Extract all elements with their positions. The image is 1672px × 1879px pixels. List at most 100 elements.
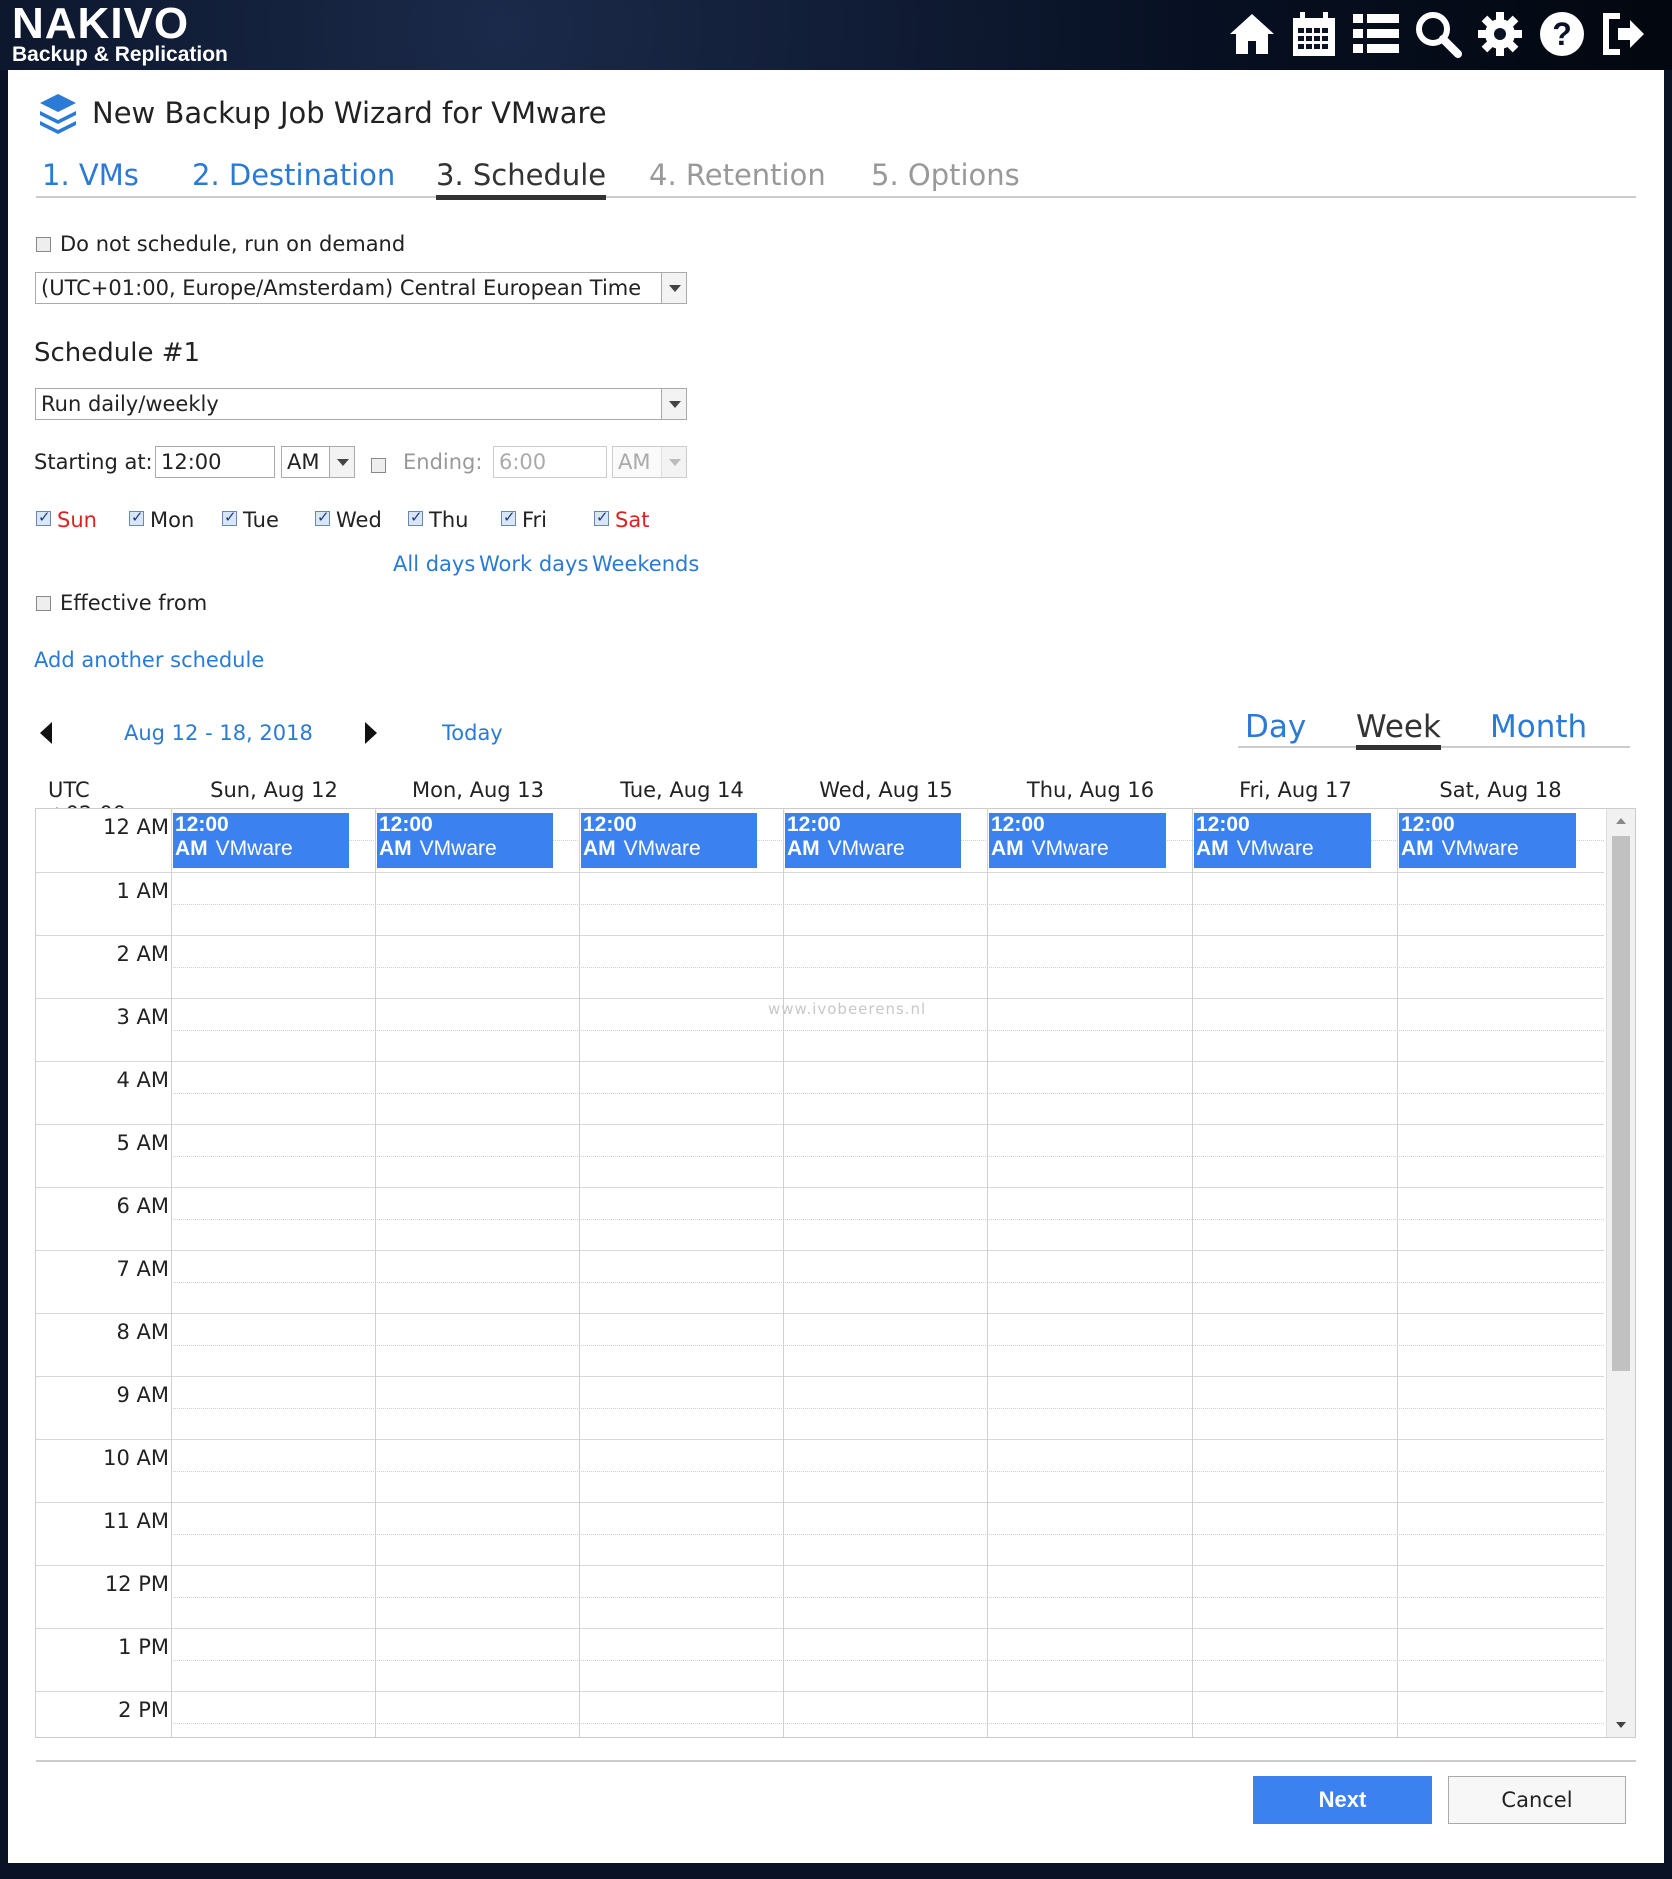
day-wed-checkbox[interactable] <box>315 508 330 526</box>
frequency-value: Run daily/weekly <box>41 392 219 416</box>
schedule-event[interactable]: 12:00 AM VMware <box>173 813 349 868</box>
end-ampm-value: AM <box>618 450 651 474</box>
calendar-view-tabs: Day Week Month <box>1238 710 1630 750</box>
weekends-link[interactable]: Weekends <box>592 552 699 576</box>
step-destination[interactable]: 2. Destination <box>192 156 395 194</box>
event-name: VMware <box>827 837 905 860</box>
day-wed-label: Wed <box>336 508 382 532</box>
gear-icon[interactable] <box>1474 6 1526 62</box>
hour-row: 7 AM <box>36 1250 1604 1313</box>
help-icon[interactable]: ? <box>1536 6 1588 62</box>
home-icon[interactable] <box>1226 6 1278 62</box>
end-time-input[interactable]: 6:00 <box>493 446 607 478</box>
step-retention[interactable]: 4. Retention <box>649 156 826 194</box>
day-sun-checkbox[interactable] <box>36 508 51 526</box>
work-days-link[interactable]: Work days <box>479 552 588 576</box>
hour-label: 2 PM <box>118 1698 169 1722</box>
day-tue[interactable]: Tue <box>222 508 279 536</box>
schedule-event[interactable]: 12:00 AM VMware <box>377 813 553 868</box>
schedule-event[interactable]: 12:00 AM VMware <box>1399 813 1576 868</box>
scroll-thumb[interactable] <box>1612 836 1630 1371</box>
calendar-scrollbar[interactable] <box>1606 809 1635 1737</box>
day-mon-checkbox[interactable] <box>129 508 144 526</box>
frequency-select[interactable]: Run daily/weekly <box>35 388 687 420</box>
column-header: Sun, Aug 12 <box>210 778 338 802</box>
day-tue-checkbox[interactable] <box>222 508 237 526</box>
top-icons: ? <box>1226 6 1650 62</box>
event-time: 12:00 <box>1196 813 1250 836</box>
hour-row: 6 AM <box>36 1187 1604 1250</box>
wizard-steps: 1. VMs 2. Destination 3. Schedule 4. Ret… <box>36 156 1636 200</box>
event-name: VMware <box>215 837 293 860</box>
all-days-link[interactable]: All days <box>393 552 475 576</box>
effective-from-label: Effective from <box>60 591 208 615</box>
day-wed[interactable]: Wed <box>315 508 382 536</box>
calendar-range-label[interactable]: Aug 12 - 18, 2018 <box>124 721 313 745</box>
hour-label: 12 PM <box>104 1572 169 1596</box>
day-thu-label: Thu <box>429 508 469 532</box>
today-link[interactable]: Today <box>442 721 503 745</box>
day-sat-checkbox[interactable] <box>594 508 609 526</box>
schedule-section-title: Schedule #1 <box>34 338 201 368</box>
search-icon[interactable] <box>1412 6 1464 62</box>
event-time-ampm: AM <box>991 837 1024 860</box>
day-mon-label: Mon <box>150 508 195 532</box>
event-time-ampm: AM <box>787 837 820 860</box>
chevron-down-icon <box>329 447 354 477</box>
start-ampm-select[interactable]: AM <box>281 446 355 478</box>
scroll-up-icon[interactable] <box>1616 818 1626 824</box>
day-fri[interactable]: Fri <box>501 508 547 536</box>
calendar-icon[interactable] <box>1288 6 1340 62</box>
column-header: Tue, Aug 14 <box>620 778 744 802</box>
event-time-ampm: AM <box>379 837 412 860</box>
day-sun-label: Sun <box>57 508 97 532</box>
hour-label: 1 PM <box>118 1635 169 1659</box>
event-name: VMware <box>623 837 701 860</box>
schedule-event[interactable]: 12:00 AM VMware <box>989 813 1166 868</box>
day-thu[interactable]: Thu <box>408 508 468 536</box>
column-divider <box>987 809 988 1737</box>
day-fri-checkbox[interactable] <box>501 508 516 526</box>
day-mon[interactable]: Mon <box>129 508 194 536</box>
add-schedule-link[interactable]: Add another schedule <box>34 648 264 672</box>
run-on-demand-checkbox[interactable] <box>36 237 51 252</box>
effective-from-checkbox[interactable] <box>36 596 51 611</box>
schedule-event[interactable]: 12:00 AM VMware <box>581 813 757 868</box>
day-thu-checkbox[interactable] <box>408 508 423 526</box>
calendar-grid: 12 AM 1 AM 2 AM 3 AM 4 AM 5 AM 6 AM 7 AM… <box>35 808 1636 1738</box>
scroll-down-icon[interactable] <box>1616 1722 1626 1728</box>
event-time-ampm: AM <box>583 837 616 860</box>
view-week-tab[interactable]: Week <box>1356 710 1441 750</box>
step-vms[interactable]: 1. VMs <box>42 156 139 194</box>
event-name: VMware <box>1441 837 1519 860</box>
day-sun[interactable]: Sun <box>36 508 97 536</box>
hour-row: 4 AM <box>36 1061 1604 1124</box>
list-icon[interactable] <box>1350 6 1402 62</box>
event-time: 12:00 <box>787 813 841 836</box>
next-button[interactable]: Next <box>1253 1776 1432 1824</box>
schedule-event[interactable]: 12:00 AM VMware <box>1194 813 1371 868</box>
start-time-input[interactable]: 12:00 <box>155 446 275 478</box>
day-fri-label: Fri <box>522 508 548 532</box>
event-time-ampm: AM <box>175 837 208 860</box>
cancel-button[interactable]: Cancel <box>1448 1776 1626 1824</box>
next-week-icon[interactable] <box>365 722 377 744</box>
timezone-select[interactable]: (UTC+01:00, Europe/Amsterdam) Central Eu… <box>35 272 687 304</box>
column-header: Fri, Aug 17 <box>1239 778 1352 802</box>
wizard-title-row: New Backup Job Wizard for VMware <box>38 92 607 134</box>
day-sat[interactable]: Sat <box>594 508 649 536</box>
view-day-tab[interactable]: Day <box>1245 710 1306 744</box>
svg-text:?: ? <box>1552 16 1572 52</box>
logout-icon[interactable] <box>1598 6 1650 62</box>
hour-label: 7 AM <box>116 1257 169 1281</box>
event-time: 12:00 <box>583 813 637 836</box>
ending-checkbox[interactable] <box>371 458 386 473</box>
run-on-demand-label: Do not schedule, run on demand <box>60 232 406 256</box>
view-month-tab[interactable]: Month <box>1490 710 1587 744</box>
step-schedule[interactable]: 3. Schedule <box>436 156 607 200</box>
day-tue-label: Tue <box>243 508 279 532</box>
step-options[interactable]: 5. Options <box>871 156 1020 194</box>
end-ampm-select[interactable]: AM <box>612 446 687 478</box>
prev-week-icon[interactable] <box>40 722 52 744</box>
schedule-event[interactable]: 12:00 AM VMware <box>785 813 961 868</box>
